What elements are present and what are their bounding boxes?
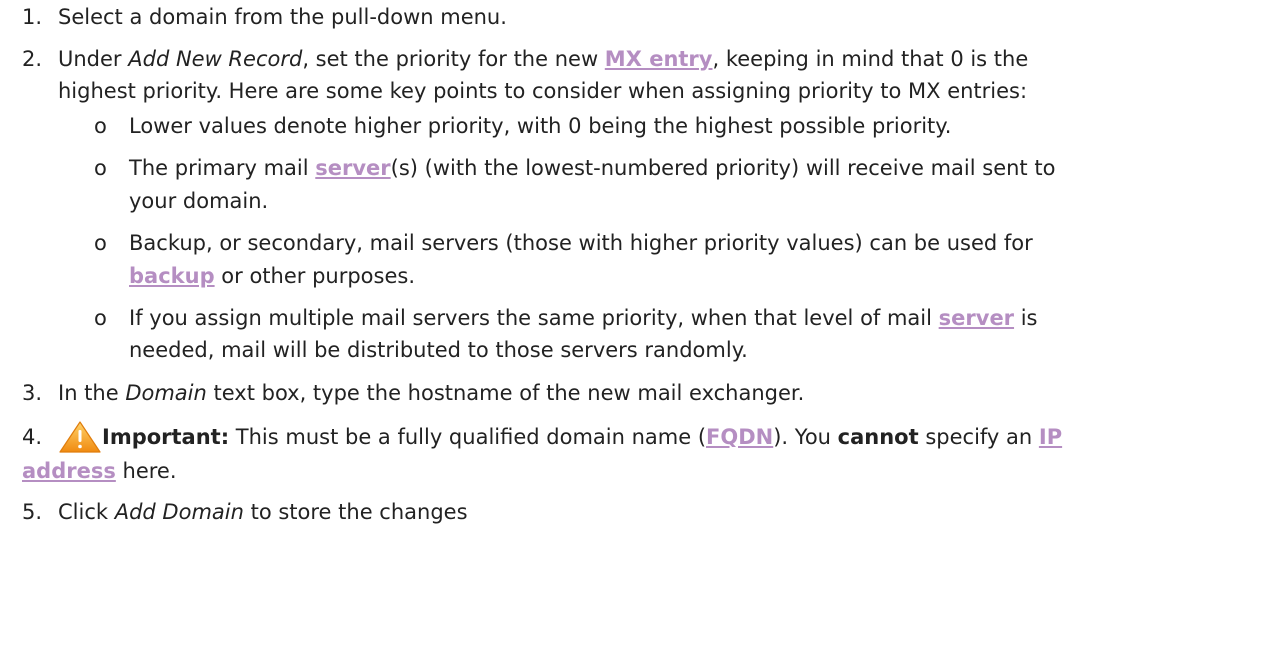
step-number: 1. <box>22 5 43 29</box>
ip-address-link[interactable]: address <box>22 459 116 483</box>
step-text: In the Domain text box, type the hostnam… <box>58 378 804 408</box>
mx-entry-link[interactable]: MX entry <box>605 47 713 71</box>
text-fragment: Under <box>58 47 129 71</box>
text-fragment: ). You <box>773 425 838 449</box>
bullet-marker: o <box>94 156 107 180</box>
bullet-marker: o <box>94 306 107 330</box>
bullet-text: your domain. <box>129 189 269 213</box>
server-link[interactable]: server <box>939 306 1014 330</box>
backup-link[interactable]: backup <box>129 264 215 288</box>
text-fragment: here. <box>115 459 177 483</box>
italic-term: Domain <box>125 381 207 405</box>
italic-term: Add Domain <box>114 500 244 524</box>
text-fragment: In the <box>58 381 126 405</box>
text-fragment: specify an <box>918 425 1039 449</box>
step-number: 2. <box>22 47 43 71</box>
warning-icon <box>58 421 102 453</box>
text-fragment: , set the priority for the new <box>302 47 605 71</box>
emphasis-text: cannot <box>837 425 919 449</box>
text-fragment: to store the changes <box>243 500 468 524</box>
step-2-continuation: highest priority. Here are some key poin… <box>58 76 1027 106</box>
step-text: Select a domain from the pull-down menu. <box>58 5 507 29</box>
step-number: 5. <box>22 500 43 524</box>
text-fragment: is <box>1014 306 1038 330</box>
text-fragment: or other purposes. <box>214 264 415 288</box>
ip-address-link[interactable]: IP <box>1039 425 1062 449</box>
bullet-text: Backup, or secondary, mail servers (thos… <box>129 231 1033 255</box>
bullet-marker: o <box>94 114 107 138</box>
bullet-continuation: your domain. <box>129 186 268 216</box>
italic-term: Add New Record <box>128 47 303 71</box>
step-number: 4. <box>22 425 43 449</box>
important-label: Important: <box>102 425 230 449</box>
text-fragment: text box, type the hostname of the new m… <box>206 381 805 405</box>
step-text: Under Add New Record, set the priority f… <box>58 44 1028 74</box>
bullet-continuation: backup or other purposes. <box>129 261 415 291</box>
bullet-continuation: needed, mail will be distributed to thos… <box>129 335 748 365</box>
text-fragment: Click <box>58 500 115 524</box>
step-4-continuation: address here. <box>22 456 177 486</box>
text-fragment: (s) (with the lowest-numbered priority) … <box>390 156 1056 180</box>
bullet-text: If you assign multiple mail servers the … <box>129 303 1038 333</box>
text-fragment: The primary mail <box>129 156 316 180</box>
bullet-text: Lower values denote higher priority, wit… <box>129 114 952 138</box>
step-text: highest priority. Here are some key poin… <box>58 79 1028 103</box>
text-fragment: , keeping in mind that 0 is the <box>712 47 1029 71</box>
server-link[interactable]: server <box>315 156 390 180</box>
instructions-document: 1. Select a domain from the pull-down me… <box>0 0 1266 652</box>
step-number: 3. <box>22 381 43 405</box>
step-text: Click Add Domain to store the changes <box>58 497 468 527</box>
step-text: Important: This must be a fully qualifie… <box>58 421 1062 453</box>
bullet-text: The primary mail server(s) (with the low… <box>129 153 1055 183</box>
bullet-text: needed, mail will be distributed to thos… <box>129 338 748 362</box>
fqdn-link[interactable]: FQDN <box>706 425 773 449</box>
bullet-marker: o <box>94 231 107 255</box>
text-fragment: This must be a fully qualified domain na… <box>229 425 707 449</box>
text-fragment: If you assign multiple mail servers the … <box>129 306 939 330</box>
